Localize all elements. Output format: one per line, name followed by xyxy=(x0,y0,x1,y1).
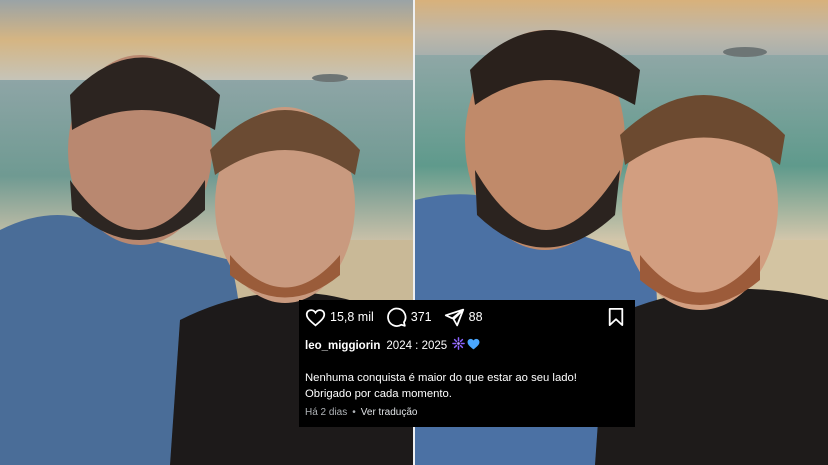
paper-plane-icon xyxy=(444,308,464,326)
caption-line-2: Obrigado por cada momento. xyxy=(305,388,452,400)
like-button[interactable]: 15,8 mil xyxy=(305,307,374,328)
comment-button[interactable]: 371 xyxy=(386,307,432,328)
caption-title: 2024 : 2025 xyxy=(386,340,448,352)
share-button[interactable]: 88 xyxy=(444,307,483,328)
caption-line-1: Nenhuma conquista é maior do que estar a… xyxy=(305,372,577,384)
bookmark-icon xyxy=(608,308,624,326)
meta-separator: • xyxy=(352,407,356,418)
comment-count: 371 xyxy=(410,310,432,324)
purple-fireworks-icon xyxy=(452,337,466,353)
comment-bubble-icon xyxy=(387,307,407,327)
instagram-post-card: 15,8 mil 371 88 leo_miggiorin 2024 : 2025 xyxy=(299,300,635,427)
heart-icon xyxy=(305,308,326,327)
caption-text: Nenhuma conquista é maior do que estar a… xyxy=(305,370,627,402)
post-action-bar: 15,8 mil 371 88 xyxy=(305,306,625,328)
username-link[interactable]: leo_miggiorin xyxy=(305,340,380,352)
share-count: 88 xyxy=(468,310,483,324)
post-timestamp: Há 2 dias xyxy=(305,407,348,418)
like-count: 15,8 mil xyxy=(330,310,374,324)
blue-heart-icon xyxy=(467,338,480,353)
post-meta: Há 2 dias • Ver tradução xyxy=(305,407,417,418)
save-button[interactable] xyxy=(607,307,625,332)
caption-header: leo_miggiorin 2024 : 2025 xyxy=(305,337,480,353)
see-translation-link[interactable]: Ver tradução xyxy=(361,407,418,418)
